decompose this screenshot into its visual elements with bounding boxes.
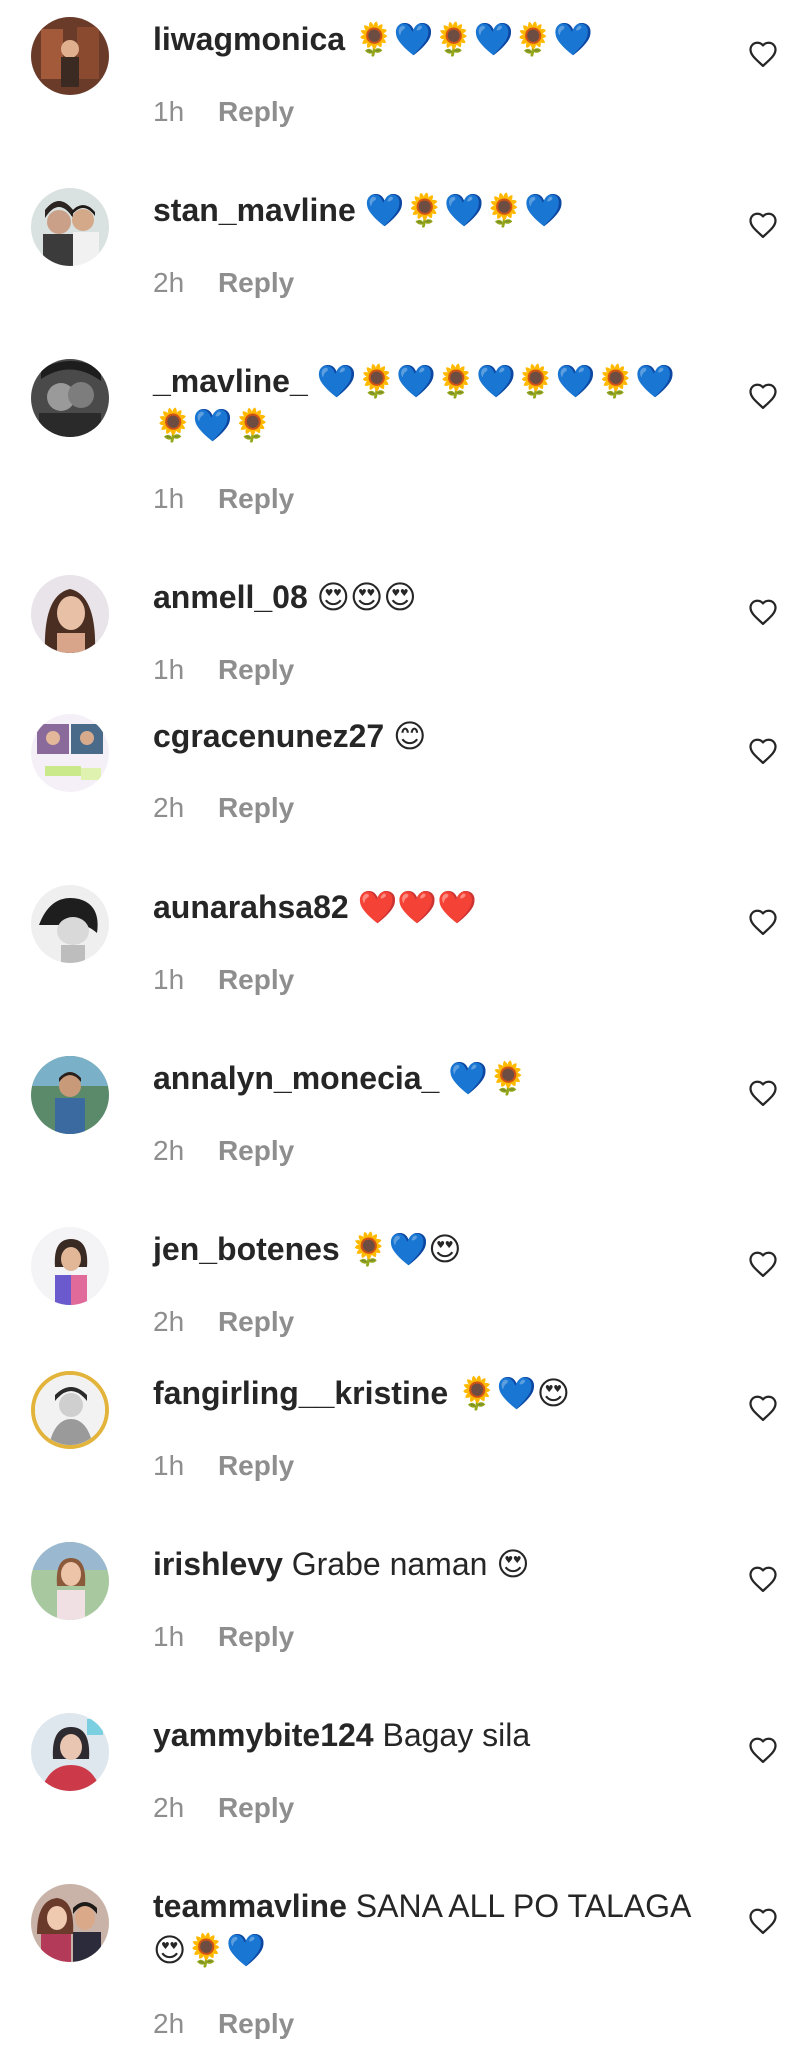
heart-icon[interactable] [748, 1907, 778, 1935]
reply-button[interactable]: Reply [218, 267, 294, 298]
heart-icon[interactable] [748, 1565, 778, 1593]
avatar[interactable] [31, 885, 109, 963]
comment-username[interactable]: stan_mavline [153, 192, 356, 228]
comment-text: Bagay sila [382, 1717, 531, 1753]
reply-button[interactable]: Reply [218, 1450, 294, 1481]
comment-text: ❤️❤️❤️ [357, 889, 478, 925]
reply-button[interactable]: Reply [218, 792, 294, 823]
heart-icon[interactable] [748, 382, 778, 410]
comment-time: 2h [153, 1135, 185, 1166]
avatar[interactable] [31, 1371, 109, 1449]
comment-text: Grabe naman 😍 [291, 1546, 530, 1582]
reply-button[interactable]: Reply [218, 964, 294, 995]
heart-icon[interactable] [748, 1079, 778, 1107]
reply-button[interactable]: Reply [218, 96, 294, 127]
comment-time: 1h [153, 483, 185, 514]
heart-icon[interactable] [748, 40, 778, 68]
comment-text: 😊 [393, 718, 427, 754]
avatar-image [31, 885, 109, 963]
reply-button[interactable]: Reply [218, 1621, 294, 1652]
avatar-image [35, 1375, 105, 1445]
heart-icon[interactable] [748, 908, 778, 936]
heart-icon[interactable] [748, 211, 778, 239]
comment-username[interactable]: jen_botenes [153, 1231, 340, 1267]
avatar-image [31, 17, 109, 95]
reply-button[interactable]: Reply [218, 1792, 294, 1823]
comments-page: { "comments": [ {"username": "liwagmonic… [0, 0, 800, 2067]
comment-text: 💙🌻 [448, 1060, 528, 1096]
heart-icon[interactable] [748, 598, 778, 626]
comment-time: 2h [153, 2008, 185, 2039]
avatar[interactable] [31, 1056, 109, 1134]
comment-time: 2h [153, 267, 185, 298]
avatar-image [31, 359, 109, 437]
avatar-image [31, 1056, 109, 1134]
comment-time: 1h [153, 654, 185, 685]
avatar-image [31, 1713, 109, 1791]
comment-time: 2h [153, 1792, 185, 1823]
avatar-image [31, 575, 109, 653]
avatar-image [31, 1227, 109, 1305]
avatar[interactable] [31, 714, 109, 792]
avatar[interactable] [31, 1884, 109, 1962]
comment-time: 2h [153, 1306, 185, 1337]
comment-username[interactable]: teammavline [153, 1888, 347, 1924]
reply-button[interactable]: Reply [218, 654, 294, 685]
comment-time: 1h [153, 1450, 185, 1481]
heart-icon[interactable] [748, 1394, 778, 1422]
avatar-image [31, 188, 109, 266]
avatar[interactable] [31, 17, 109, 95]
reply-button[interactable]: Reply [218, 2008, 294, 2039]
heart-icon[interactable] [748, 1736, 778, 1764]
avatar[interactable] [31, 188, 109, 266]
avatar[interactable] [31, 575, 109, 653]
comment-username[interactable]: _mavline_ [153, 363, 308, 399]
heart-icon[interactable] [748, 737, 778, 765]
reply-button[interactable]: Reply [218, 1306, 294, 1337]
avatar[interactable] [31, 1713, 109, 1791]
comment-username[interactable]: irishlevy [153, 1546, 283, 1582]
avatar-image [31, 714, 109, 792]
reply-button[interactable]: Reply [218, 483, 294, 514]
comment-text: 💙🌻💙🌻💙 [364, 192, 564, 228]
avatar[interactable] [31, 1542, 109, 1620]
comment-username[interactable]: yammybite124 [153, 1717, 374, 1753]
avatar[interactable] [31, 359, 109, 437]
avatar-image [31, 1884, 109, 1962]
heart-icon[interactable] [748, 1250, 778, 1278]
comment-username[interactable]: anmell_08 [153, 579, 308, 615]
comment-username[interactable]: liwagmonica [153, 21, 345, 57]
comment-text: 🌻💙😍 [348, 1231, 462, 1267]
avatar-image [31, 1542, 109, 1620]
comment-text: 😍😍😍 [316, 579, 417, 615]
comment-username[interactable]: aunarahsa82 [153, 889, 349, 925]
comment-time: 1h [153, 964, 185, 995]
comment-time: 1h [153, 96, 185, 127]
comment-username[interactable]: annalyn_monecia_ [153, 1060, 439, 1096]
avatar[interactable] [31, 1227, 109, 1305]
comment-text: 🌻💙😍 [457, 1375, 571, 1411]
reply-button[interactable]: Reply [218, 1135, 294, 1166]
comment-username[interactable]: cgracenunez27 [153, 718, 384, 754]
comment-time: 2h [153, 792, 185, 823]
comment-time: 1h [153, 1621, 185, 1652]
comment-username[interactable]: fangirling__kristine [153, 1375, 448, 1411]
comment-text: 🌻💙🌻💙🌻💙 [353, 21, 593, 57]
